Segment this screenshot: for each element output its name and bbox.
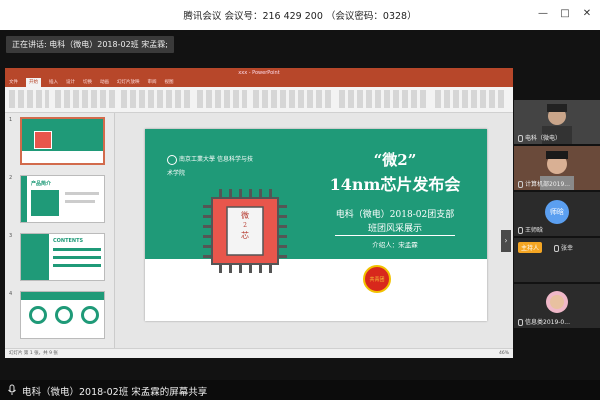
participant-tile[interactable]: 信息类2019-0... bbox=[514, 284, 600, 328]
chip-text: 微 2 芯 bbox=[235, 211, 255, 241]
speaking-indicator: 正在讲话: 电科（微电）2018-02班 宋孟霖; bbox=[6, 36, 174, 53]
zoom-level[interactable]: 46% bbox=[499, 349, 509, 358]
participant-name: 电科（微电） bbox=[518, 133, 561, 142]
slide-presenter: 介绍人：宋孟霖 bbox=[372, 241, 418, 249]
ribbon-group[interactable] bbox=[121, 90, 191, 108]
university-logo: 南京工業大學 信息科学与技术学院 bbox=[167, 153, 257, 177]
ppt-tab[interactable]: 视图 bbox=[165, 78, 174, 87]
ribbon-group[interactable] bbox=[9, 90, 49, 108]
ppt-tab[interactable]: 插入 bbox=[49, 78, 58, 87]
host-badge: 主持人 bbox=[518, 242, 543, 253]
screen-share-label: 电科（微电）2018-02班 宋孟霖的屏幕共享 bbox=[22, 387, 208, 398]
emblem-text: 共青团 bbox=[369, 277, 385, 283]
ppt-tab[interactable]: 设计 bbox=[66, 78, 75, 87]
slide-thumbnails: 1 2 产品简介 3 CONTENTS 4 bbox=[5, 113, 115, 348]
participant-tile[interactable]: 计算机部2019... bbox=[514, 146, 600, 190]
chevron-right-icon[interactable]: › bbox=[501, 230, 511, 252]
participant-name: 张幸 bbox=[554, 243, 573, 252]
ppt-ribbon-tabs: 文件 开始 插入 设计 切换 动画 幻灯片放映 审阅 视图 bbox=[5, 78, 513, 87]
participant-name: 信息类2019-0... bbox=[518, 317, 570, 326]
chip-glyph: 芯 bbox=[241, 231, 249, 240]
ppt-tab[interactable]: 幻灯片放映 bbox=[117, 78, 140, 87]
participant-name: 王师晗 bbox=[518, 225, 543, 234]
share-status-bar: 电科（微电）2018-02班 宋孟霖的屏幕共享 bbox=[0, 380, 600, 400]
slide-canvas[interactable]: 南京工業大學 信息科学与技术学院 微 2 芯 “微2” 14nm芯片发布会 电科… bbox=[145, 129, 487, 321]
participant-list: 电科（微电） 计算机部2019... 师晗 王师晗 主持人 张幸 信息类2019… bbox=[514, 100, 600, 365]
slide-title-line1: “微2” bbox=[373, 151, 417, 169]
maximize-icon[interactable]: □ bbox=[558, 7, 572, 21]
ppt-workspace: 1 2 产品简介 3 CONTENTS 4 南京工業大學 信息科学与技术学院 微… bbox=[5, 113, 513, 348]
participant-tile[interactable]: 电科（微电） bbox=[514, 100, 600, 144]
ribbon-group[interactable] bbox=[339, 90, 429, 108]
ribbon-group[interactable] bbox=[435, 90, 505, 108]
participant-tile[interactable]: 师晗 王师晗 bbox=[514, 192, 600, 236]
slide-subtitle-line1: 电科（微电）2018-02团支部 bbox=[335, 210, 455, 220]
slide-divider bbox=[335, 235, 455, 236]
slide-title-line2: 14nm芯片发布会 bbox=[329, 175, 461, 194]
minimize-icon[interactable]: — bbox=[536, 7, 550, 21]
ppt-tab[interactable]: 切换 bbox=[83, 78, 92, 87]
thumb-number: 2 bbox=[9, 175, 13, 181]
close-icon[interactable]: ✕ bbox=[580, 7, 594, 21]
participant-tile[interactable]: 主持人 张幸 bbox=[514, 238, 600, 282]
chip-glyph: 微 bbox=[241, 211, 249, 220]
youth-league-emblem-icon: 共青团 bbox=[363, 265, 391, 293]
thumb-number: 3 bbox=[9, 233, 13, 239]
slide-thumbnail-2[interactable]: 产品简介 bbox=[20, 175, 105, 223]
thumb-title: 产品简介 bbox=[31, 181, 52, 187]
ppt-tab[interactable]: 开始 bbox=[26, 78, 41, 87]
ppt-ribbon bbox=[5, 87, 513, 113]
ribbon-group[interactable] bbox=[197, 90, 247, 108]
slide-thumbnail-1[interactable] bbox=[20, 117, 105, 165]
thumb-number: 4 bbox=[9, 291, 13, 297]
slide-counter: 幻灯片 第 1 张，共 9 张 bbox=[9, 351, 58, 356]
slide-thumbnail-3[interactable]: CONTENTS bbox=[20, 233, 105, 281]
ribbon-group[interactable] bbox=[253, 90, 333, 108]
shared-screen[interactable]: xxx - PowerPoint 文件 开始 插入 设计 切换 动画 幻灯片放映… bbox=[5, 68, 513, 358]
university-name: 南京工業大學 bbox=[179, 156, 216, 163]
meeting-stage: 正在讲话: 电科（微电）2018-02班 宋孟霖; xxx - PowerPoi… bbox=[0, 30, 600, 380]
microphone-icon[interactable] bbox=[6, 384, 18, 396]
ppt-tab[interactable]: 审阅 bbox=[148, 78, 157, 87]
thumb-number: 1 bbox=[9, 117, 13, 123]
slide-thumbnail-4[interactable] bbox=[20, 291, 105, 339]
thumb-title: CONTENTS bbox=[53, 238, 84, 244]
ribbon-group[interactable] bbox=[55, 90, 115, 108]
slide-white-band bbox=[145, 259, 487, 321]
university-seal-icon bbox=[167, 154, 177, 165]
ppt-status-bar: 幻灯片 第 1 张，共 9 张 46% bbox=[5, 348, 513, 358]
chip-glyph: 2 bbox=[243, 222, 247, 229]
ppt-tab[interactable]: 文件 bbox=[9, 78, 18, 87]
ppt-tab[interactable]: 动画 bbox=[100, 78, 109, 87]
slide-subtitle-line2: 班团风采展示 bbox=[367, 224, 422, 234]
title-bar: 腾讯会议 会议号：216 429 200 （会议密码：0328） — □ ✕ bbox=[0, 0, 600, 30]
ppt-title: xxx - PowerPoint bbox=[5, 68, 513, 78]
avatar: 师晗 bbox=[545, 200, 569, 224]
participant-name: 计算机部2019... bbox=[518, 179, 570, 188]
window-title: 腾讯会议 会议号：216 429 200 （会议密码：0328） bbox=[183, 11, 417, 22]
